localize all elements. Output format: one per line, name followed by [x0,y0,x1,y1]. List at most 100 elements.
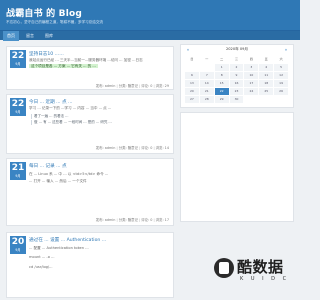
calendar-week-row: 12345 [185,64,289,71]
calendar-prev-button[interactable]: « [185,47,191,52]
post-title[interactable]: 每日 ... 记录 ... 点 [29,163,169,169]
post-code-line: cd /usr/log/... [29,265,53,269]
post-title[interactable]: 通过在 ... 设置 ... Authentication ... [29,237,169,243]
watermark-logo-mark [219,262,229,274]
calendar-day[interactable]: 14 [199,80,214,87]
calendar-day[interactable]: 16 [229,80,244,87]
calendar-day[interactable]: 9 [229,72,244,79]
highlight-text: 这个项目是各 ... 方案 ... 它有关 ... 的 ... [29,64,98,68]
post-title[interactable]: 今日 ... 近期 ... 点 ... [29,99,169,105]
date-badge: 21 9月 [10,162,26,180]
post-excerpt: ... 配置 ... Authentication token ... [29,246,89,250]
calendar-day[interactable]: 27 [185,96,199,103]
calendar-day[interactable]: 22 [214,88,229,95]
calendar-week-row: 13 14 15 16 17 18 19 [185,80,289,87]
date-badge: 22 9月 [10,98,26,116]
post-meta: 发布: admin | 分类: 随意记 | 评论: 0 | 浏览: 17 [95,218,169,222]
post-excerpt: ... 打开 ... 输入 ... 然后 ... 一个文件 [29,179,87,183]
calendar-day[interactable]: 18 [259,80,274,87]
date-day: 22 [11,99,25,109]
post-code-line: mount ... -o ... [29,255,55,259]
calendar-day[interactable]: 8 [214,72,229,79]
date-month: 9月 [15,110,21,114]
post-quote-line: 看了一遍 ... 的看法 ... [31,114,167,119]
calendar-day[interactable]: 23 [229,88,244,95]
main-nav: 首页 留言 图库 [0,30,300,41]
calendar-day[interactable]: 26 [274,88,289,95]
post-excerpt: 在 ... Linux 系 ... 中 ... 以 <td>5</td> 命令 … [29,172,109,176]
calendar-day[interactable]: 6 [185,72,199,79]
calendar-weekday: 日 [190,57,194,61]
calendar-day[interactable]: 1 [214,64,229,71]
calendar-title: 2020年 09月 [225,47,249,51]
post-excerpt: 我站点运行已经 ... 三天半...当前一...服务器环境 ...访问 ... … [29,58,143,62]
post-excerpt: 学习 ... 记录一下的 ...学习 ... 内容 ... 当中 ... 点 .… [29,106,112,110]
calendar-week-row: 6 7 8 9 10 11 12 [185,72,289,79]
post-category[interactable]: 分类: 随意记 [119,84,138,88]
calendar-day[interactable]: 7 [199,72,214,79]
calendar-day[interactable]: 20 [185,88,199,95]
post-highlight: 这个项目是各 ... 方案 ... 它有关 ... 的 ... [29,64,169,69]
date-day: 21 [11,163,25,173]
post-author[interactable]: 发布: admin [96,146,116,150]
calendar-weekday: 二 [220,57,224,61]
site-header: 战霸自书 的 Blog 不忘初心，坚守自己的编程之道，笔耕不辍，多学习总结交流 [0,0,300,30]
calendar-day[interactable]: 10 [244,72,259,79]
calendar-empty-cell [244,96,258,103]
post-views: 浏览: 17 [155,218,169,222]
calendar-day[interactable]: 28 [199,96,214,103]
date-day: 20 [11,237,25,247]
calendar-empty-cell [200,64,214,71]
calendar-widget: « 2020年 09月 » 日一二三四五六 1 2 3 4 5 6 7 8 9 10 11 12 13 14… [180,44,294,108]
post-category[interactable]: 分类: 随意记 [119,146,138,150]
calendar-day[interactable]: 5 [274,64,289,71]
nav-item-messages[interactable]: 留言 [22,31,38,41]
calendar-empty-cell [259,96,273,103]
post-comments[interactable]: 评论: 0 [141,218,152,222]
calendar-day[interactable]: 15 [214,80,229,87]
post-title[interactable]: 坚持日志10 …… [29,51,169,57]
calendar-day[interactable]: 17 [244,80,259,87]
calendar-next-button[interactable]: » [283,47,289,52]
calendar-day[interactable]: 19 [274,80,289,87]
calendar-day[interactable]: 21 [199,88,214,95]
calendar-weekday-row: 日一二三四五六 [185,56,289,63]
date-month: 9月 [15,62,21,66]
post-card: 22 9月 今日 ... 近期 ... 点 ... 学习 ... 记录一下的 .… [6,94,174,154]
site-title[interactable]: 战霸自书 的 Blog [6,6,82,19]
calendar-grid: 日一二三四五六 1 2 3 4 5 6 7 8 9 10 11 12 13 14 15 16 17 18 19 20 21… [185,56,289,104]
post-author[interactable]: 发布: admin [96,84,116,88]
calendar-day[interactable]: 11 [259,72,274,79]
post-card: 22 9月 坚持日志10 …… 我站点运行已经 ... 三天半...当前一...… [6,46,174,90]
post-quote-line: 做 ... 有 ... 这些看 ... 一段时间 ... 是的 ... 研究 .… [31,120,167,125]
calendar-week-row: 27 28 29 30 [185,96,289,103]
nav-item-gallery[interactable]: 图库 [41,31,57,41]
calendar-weekday: 六 [279,57,283,61]
nav-item-home[interactable]: 首页 [3,31,19,41]
date-month: 9月 [15,248,21,252]
post-meta: 发布: admin | 分类: 随意记 | 评论: 0 | 浏览: 29 [95,84,169,88]
calendar-day[interactable]: 4 [259,64,274,71]
calendar-day[interactable]: 12 [274,72,289,79]
watermark-text: 酷数据 [237,258,284,276]
calendar-day[interactable]: 13 [185,80,199,87]
date-month: 9月 [15,174,21,178]
post-comments[interactable]: 评论: 0 [141,84,152,88]
post-category[interactable]: 分类: 随意记 [119,218,138,222]
post-author[interactable]: 发布: admin [96,218,116,222]
post-comments[interactable]: 评论: 0 [141,146,152,150]
calendar-header: « 2020年 09月 » [181,45,293,54]
calendar-day[interactable]: 3 [244,64,259,71]
calendar-day[interactable]: 2 [229,64,244,71]
calendar-weekday: 一 [205,57,209,61]
calendar-weekday: 三 [235,57,239,61]
post-card: 21 9月 每日 ... 记录 ... 点 在 ... Linux 系 ... … [6,158,174,226]
calendar-day[interactable]: 29 [214,96,229,103]
date-day: 22 [11,51,25,61]
post-card: 20 9月 通过在 ... 设置 ... Authentication ... … [6,232,174,298]
calendar-day[interactable]: 24 [244,88,259,95]
calendar-day[interactable]: 25 [259,88,274,95]
date-badge: 22 9月 [10,50,26,68]
calendar-day[interactable]: 30 [229,96,244,103]
calendar-weekday: 四 [249,57,253,61]
